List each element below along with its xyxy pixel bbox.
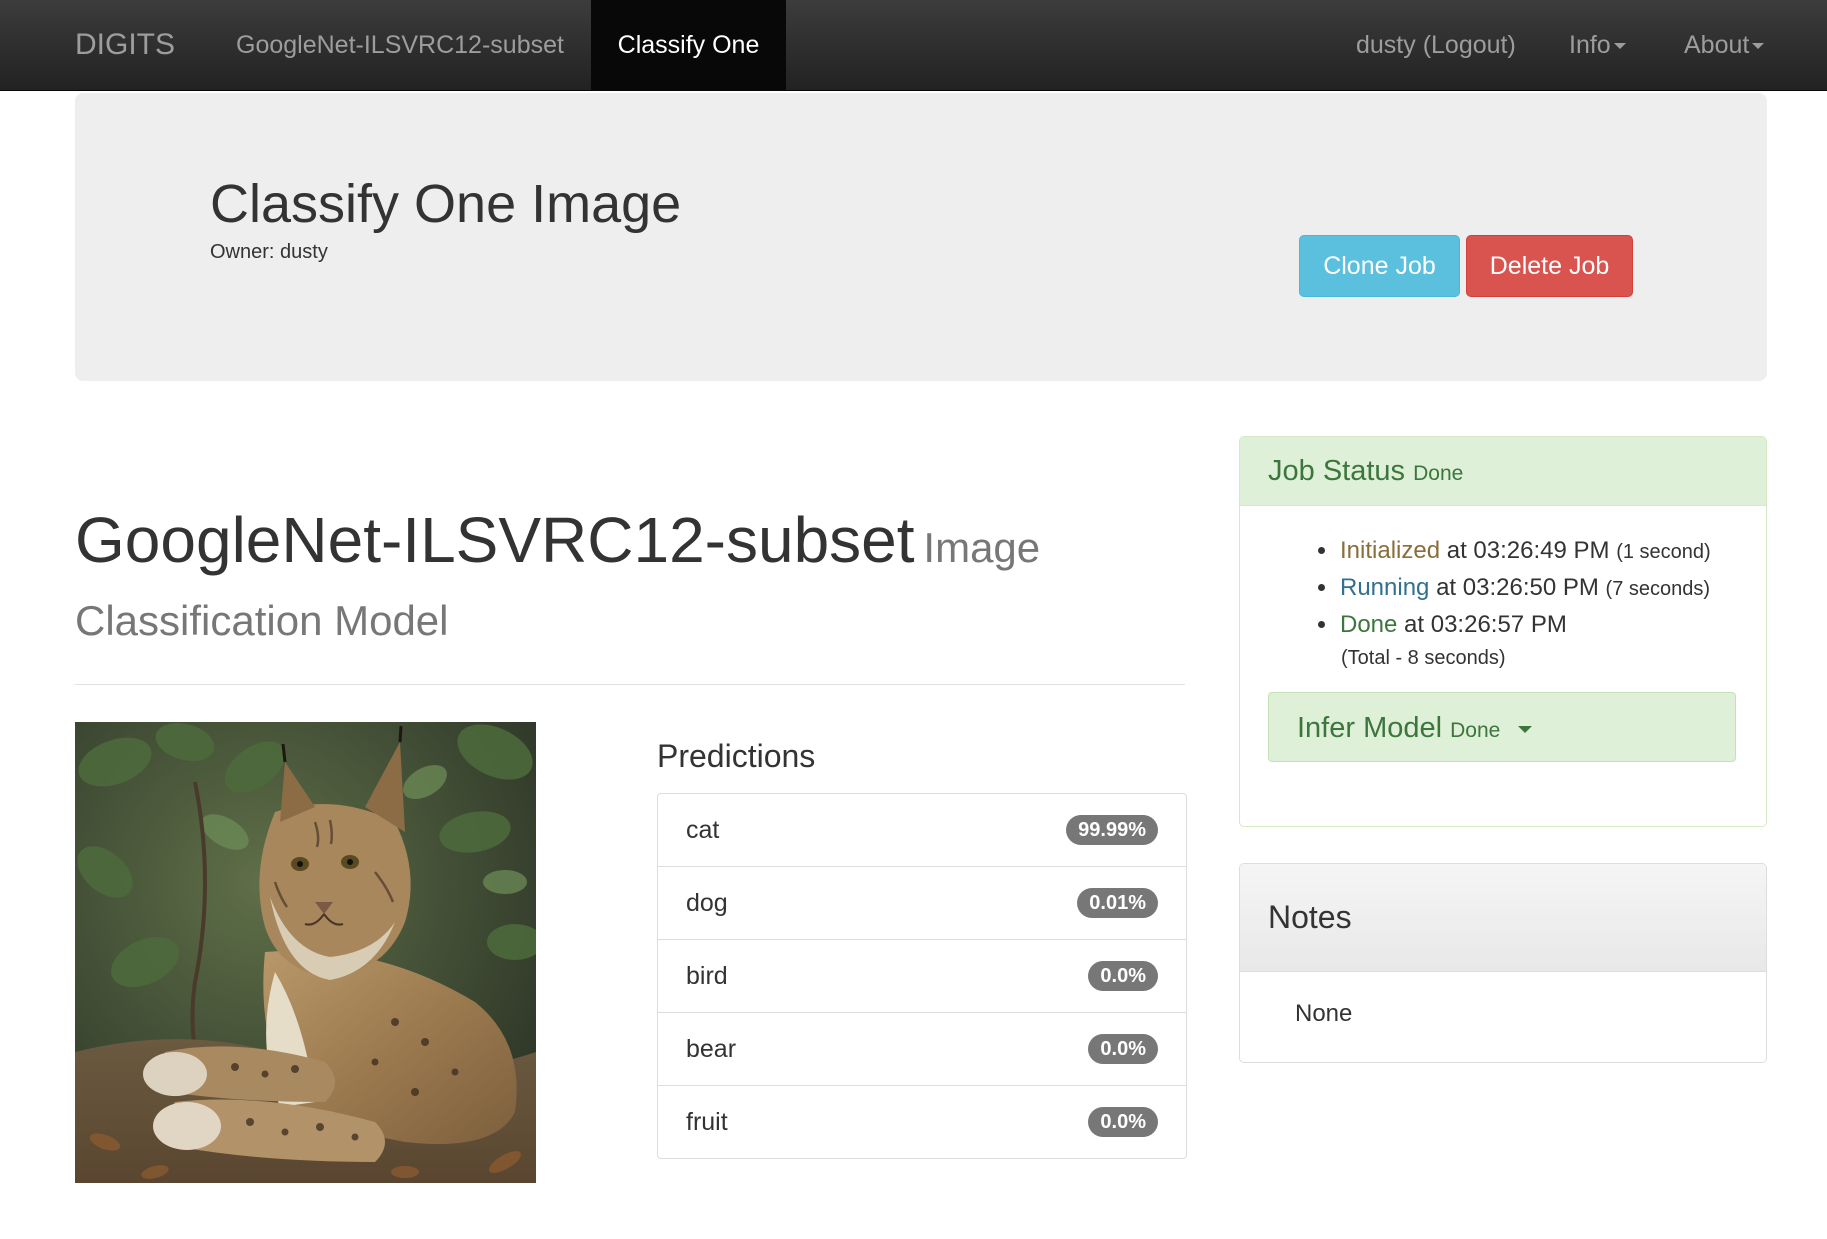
job-status-header: Job Status Done	[1240, 437, 1766, 506]
model-heading: GoogleNet-ILSVRC12-subset Image Classifi…	[75, 505, 1185, 659]
status-running: Running at 03:26:50 PM (7 seconds)	[1318, 570, 1711, 607]
about-label: About	[1684, 31, 1750, 59]
confidence-badge: 0.0%	[1088, 961, 1158, 991]
infer-model-dropdown[interactable]: Infer Model Done	[1268, 692, 1736, 762]
model-name: GoogleNet-ILSVRC12-subset	[75, 504, 915, 576]
notes-content: None	[1295, 1000, 1353, 1027]
chevron-down-icon	[1518, 725, 1533, 733]
prediction-row: bird 0.0%	[658, 939, 1186, 1012]
status-name: Running	[1340, 574, 1430, 601]
job-status-title: Job Status	[1268, 455, 1406, 487]
prediction-label: cat	[686, 816, 720, 844]
chevron-down-icon	[1752, 43, 1765, 50]
status-duration: (1 second)	[1616, 541, 1711, 563]
confidence-badge: 0.01%	[1077, 888, 1158, 918]
status-done: Done at 03:26:57 PM	[1318, 607, 1711, 642]
top-navbar: DIGITS GoogleNet-ILSVRC12-subset Classif…	[0, 0, 1827, 91]
chevron-down-icon	[1613, 43, 1626, 50]
prediction-label: bear	[686, 1035, 737, 1063]
nav-model-link[interactable]: GoogleNet-ILSVRC12-subset	[236, 0, 564, 90]
predictions-list: cat 99.99% dog 0.01% bird 0.0% bear 0.0%…	[657, 793, 1187, 1159]
status-duration: (7 seconds)	[1605, 578, 1711, 600]
prediction-row: dog 0.01%	[658, 866, 1186, 939]
divider	[75, 684, 1185, 685]
confidence-badge: 99.99%	[1066, 815, 1158, 845]
confidence-badge: 0.0%	[1088, 1034, 1158, 1064]
nav-tab-classify-one[interactable]: Classify One	[591, 0, 786, 90]
classified-image	[75, 722, 536, 1183]
prediction-row: fruit 0.0%	[658, 1085, 1186, 1158]
job-status-panel: Job Status Done Initialized at 03:26:49 …	[1239, 436, 1767, 827]
confidence-badge: 0.0%	[1088, 1107, 1158, 1137]
clone-job-button[interactable]: Clone Job	[1299, 235, 1460, 297]
predictions-heading: Predictions	[657, 738, 816, 774]
status-time: at 03:26:50 PM	[1436, 574, 1599, 601]
status-name: Done	[1340, 611, 1398, 638]
job-header: Classify One Image Owner: dusty Clone Jo…	[75, 93, 1767, 381]
info-dropdown[interactable]: Info	[1569, 0, 1626, 90]
page-title: Classify One Image	[210, 174, 682, 234]
infer-model-state: Done	[1450, 719, 1501, 742]
status-timeline: Initialized at 03:26:49 PM (1 second) Ru…	[1318, 533, 1711, 642]
prediction-row: cat 99.99%	[658, 794, 1186, 866]
brand-link[interactable]: DIGITS	[75, 0, 175, 90]
user-logout-link[interactable]: dusty (Logout)	[1356, 0, 1516, 90]
info-label: Info	[1569, 31, 1611, 59]
notes-title: Notes	[1240, 864, 1766, 972]
prediction-label: bird	[686, 962, 728, 990]
status-time: at 03:26:57 PM	[1404, 611, 1567, 638]
total-duration: (Total - 8 seconds)	[1341, 647, 1506, 669]
about-dropdown[interactable]: About	[1684, 0, 1765, 90]
delete-job-button[interactable]: Delete Job	[1466, 235, 1633, 297]
prediction-label: fruit	[686, 1108, 728, 1136]
notes-panel: Notes None	[1239, 863, 1767, 1063]
status-time: at 03:26:49 PM	[1446, 537, 1610, 564]
status-initialized: Initialized at 03:26:49 PM (1 second)	[1318, 533, 1711, 570]
job-status-state: Done	[1413, 462, 1464, 485]
infer-model-label: Infer Model	[1297, 712, 1443, 744]
owner-label: Owner: dusty	[210, 241, 328, 263]
prediction-row: bear 0.0%	[658, 1012, 1186, 1085]
prediction-label: dog	[686, 889, 728, 917]
status-name: Initialized	[1340, 537, 1441, 564]
